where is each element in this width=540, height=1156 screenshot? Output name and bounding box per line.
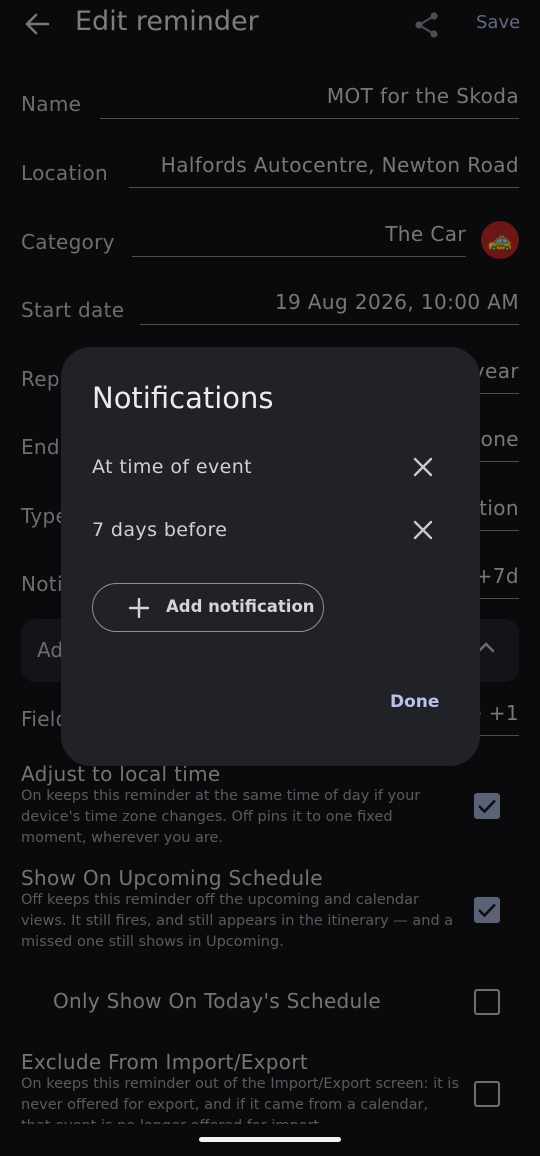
close-icon — [413, 520, 433, 540]
notification-item-label: 7 days before — [92, 519, 228, 541]
edit-reminder-screen: Edit reminder Save Name MOT for the Skod… — [0, 0, 540, 1156]
dialog-title: Notifications — [92, 381, 274, 415]
done-button[interactable]: Done — [390, 692, 439, 712]
add-notification-label: Add notification — [166, 597, 315, 616]
gesture-navigation-bar[interactable] — [199, 1137, 341, 1142]
notification-item-label: At time of event — [92, 456, 252, 478]
close-icon — [413, 457, 433, 477]
plus-icon — [129, 598, 149, 618]
notifications-dialog: Notifications At time of event 7 days be… — [61, 347, 480, 766]
add-notification-button[interactable]: Add notification — [92, 583, 324, 632]
remove-notification-button[interactable] — [409, 453, 437, 481]
remove-notification-button[interactable] — [409, 516, 437, 544]
